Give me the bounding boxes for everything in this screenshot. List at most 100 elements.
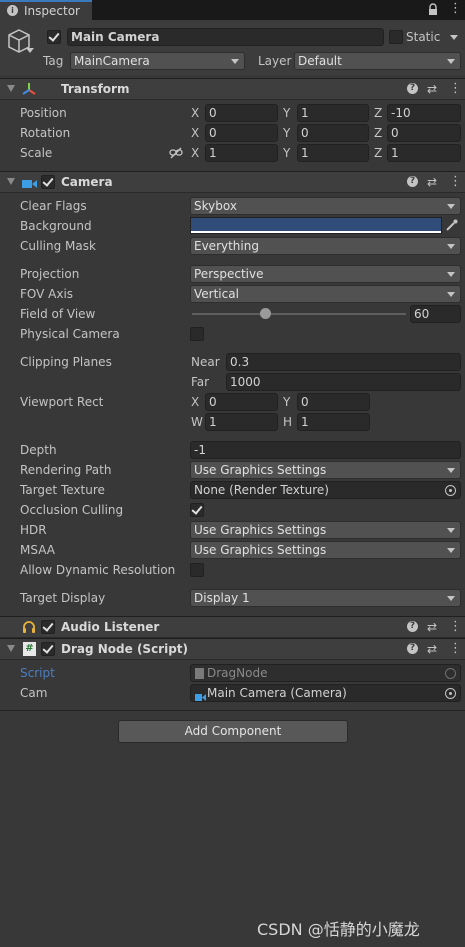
viewport-y-axis[interactable]: Y: [283, 395, 290, 409]
object-picker-icon[interactable]: [445, 485, 456, 496]
help-icon[interactable]: ?: [407, 176, 418, 187]
icon-dropdown-arrow-icon[interactable]: [26, 48, 34, 53]
clear-flags-label: Clear Flags: [20, 199, 87, 213]
viewport-h-field[interactable]: 1: [297, 413, 370, 431]
physical-camera-checkbox[interactable]: [190, 327, 204, 341]
rotation-x-axis[interactable]: X: [191, 126, 199, 140]
help-icon[interactable]: ?: [407, 643, 418, 654]
transform-header[interactable]: Transform ? ⇄ ⋮: [0, 78, 465, 100]
camera-header[interactable]: Camera ? ⇄ ⋮: [0, 171, 465, 193]
position-z-field[interactable]: -10: [387, 104, 461, 122]
object-picker-icon: [445, 668, 456, 679]
viewport-w-field[interactable]: 1: [205, 413, 278, 431]
position-x-axis[interactable]: X: [191, 106, 199, 120]
viewport-w-axis[interactable]: W: [191, 415, 203, 429]
far-label[interactable]: Far: [191, 375, 209, 389]
presets-icon[interactable]: ⇄: [427, 175, 437, 189]
tag-value: MainCamera: [74, 54, 150, 68]
chevron-down-icon: [447, 59, 455, 64]
rotation-z-axis[interactable]: Z: [374, 126, 382, 140]
position-z-axis[interactable]: Z: [374, 106, 382, 120]
eyedropper-icon[interactable]: [445, 219, 458, 232]
drag-node-enabled-checkbox[interactable]: [41, 642, 55, 656]
scale-x-axis[interactable]: X: [191, 146, 199, 160]
rotation-y-axis[interactable]: Y: [283, 126, 290, 140]
rotation-x-field[interactable]: 0: [205, 124, 278, 142]
tag-dropdown[interactable]: MainCamera: [70, 52, 245, 70]
position-y-field[interactable]: 1: [297, 104, 369, 122]
lock-icon[interactable]: [427, 3, 439, 16]
near-field[interactable]: 0.3: [226, 353, 461, 371]
context-menu-kebab-icon[interactable]: ⋮: [449, 641, 462, 656]
gameobject-header: Main Camera Static Tag MainCamera Layer …: [0, 20, 465, 75]
position-label: Position: [20, 106, 67, 120]
foldout-arrow-icon[interactable]: [7, 178, 15, 185]
foldout-arrow-icon[interactable]: [7, 645, 15, 652]
context-menu-kebab-icon[interactable]: ⋮: [449, 619, 462, 634]
help-icon[interactable]: ?: [407, 621, 418, 632]
tab-menu-kebab-icon[interactable]: ⋮: [449, 1, 462, 16]
msaa-dropdown[interactable]: Use Graphics Settings: [190, 541, 461, 559]
target-texture-field[interactable]: None (Render Texture): [190, 481, 461, 499]
occlusion-culling-checkbox[interactable]: [190, 503, 204, 517]
gameobject-name-input[interactable]: Main Camera: [67, 28, 384, 46]
audio-listener-enabled-checkbox[interactable]: [41, 620, 55, 634]
cam-field[interactable]: Main Camera (Camera): [190, 684, 461, 702]
camera-icon: [195, 690, 206, 701]
culling-mask-dropdown[interactable]: Everything: [190, 237, 461, 255]
viewport-y-field[interactable]: 0: [297, 393, 370, 411]
clear-flags-dropdown[interactable]: Skybox: [190, 197, 461, 215]
scale-y-axis[interactable]: Y: [283, 146, 290, 160]
fov-value-field[interactable]: 60: [410, 305, 461, 323]
tab-inspector[interactable]: i Inspector: [0, 0, 92, 20]
projection-dropdown[interactable]: Perspective: [190, 265, 461, 283]
occlusion-culling-label: Occlusion Culling: [20, 503, 124, 517]
fov-slider-track[interactable]: [192, 313, 406, 315]
object-picker-icon[interactable]: [445, 688, 456, 699]
fov-axis-dropdown[interactable]: Vertical: [190, 285, 461, 303]
rotation-z-field[interactable]: 0: [387, 124, 461, 142]
depth-field[interactable]: -1: [190, 441, 461, 459]
rendering-path-dropdown[interactable]: Use Graphics Settings: [190, 461, 461, 479]
layer-dropdown[interactable]: Default: [294, 52, 461, 70]
help-icon[interactable]: ?: [407, 83, 418, 94]
constrain-proportions-link-icon[interactable]: [169, 147, 183, 159]
near-label[interactable]: Near: [191, 355, 220, 369]
scale-x-field[interactable]: 1: [205, 144, 278, 162]
context-menu-kebab-icon[interactable]: ⋮: [449, 81, 462, 96]
scale-label: Scale: [20, 146, 53, 160]
camera-enabled-checkbox[interactable]: [41, 175, 55, 189]
fov-slider-thumb[interactable]: [259, 308, 271, 319]
add-component-button[interactable]: Add Component: [118, 720, 348, 743]
scale-y-field[interactable]: 1: [297, 144, 369, 162]
presets-icon[interactable]: ⇄: [427, 620, 437, 634]
presets-icon[interactable]: ⇄: [427, 82, 437, 96]
background-color-swatch[interactable]: [190, 217, 442, 234]
presets-icon[interactable]: ⇄: [427, 642, 437, 656]
far-field[interactable]: 1000: [226, 373, 461, 391]
drag-node-header[interactable]: # Drag Node (Script) ? ⇄ ⋮: [0, 638, 465, 660]
viewport-h-axis[interactable]: H: [283, 415, 292, 429]
static-checkbox[interactable]: [389, 30, 403, 44]
target-display-value: Display 1: [194, 591, 250, 605]
scale-z-axis[interactable]: Z: [374, 146, 382, 160]
viewport-x-field[interactable]: 0: [205, 393, 278, 411]
gameobject-active-checkbox[interactable]: [47, 30, 61, 44]
target-display-dropdown[interactable]: Display 1: [190, 589, 461, 607]
component-toolbar: ? ⇄ ⋮: [407, 641, 462, 658]
dynamic-resolution-checkbox[interactable]: [190, 563, 204, 577]
rotation-y-field[interactable]: 0: [297, 124, 369, 142]
scale-z-field[interactable]: 1: [387, 144, 461, 162]
foldout-arrow-icon[interactable]: [7, 85, 15, 92]
hdr-value: Use Graphics Settings: [194, 523, 327, 537]
hdr-dropdown[interactable]: Use Graphics Settings: [190, 521, 461, 539]
viewport-x-axis[interactable]: X: [191, 395, 199, 409]
chevron-down-icon: [447, 596, 455, 601]
transform-axes-icon: [22, 82, 36, 96]
static-dropdown-arrow-icon[interactable]: [450, 35, 458, 40]
tab-label: Inspector: [24, 4, 80, 18]
position-x-field[interactable]: 0: [205, 104, 278, 122]
position-y-axis[interactable]: Y: [283, 106, 290, 120]
context-menu-kebab-icon[interactable]: ⋮: [449, 174, 462, 189]
audio-listener-header[interactable]: Audio Listener ? ⇄ ⋮: [0, 616, 465, 638]
